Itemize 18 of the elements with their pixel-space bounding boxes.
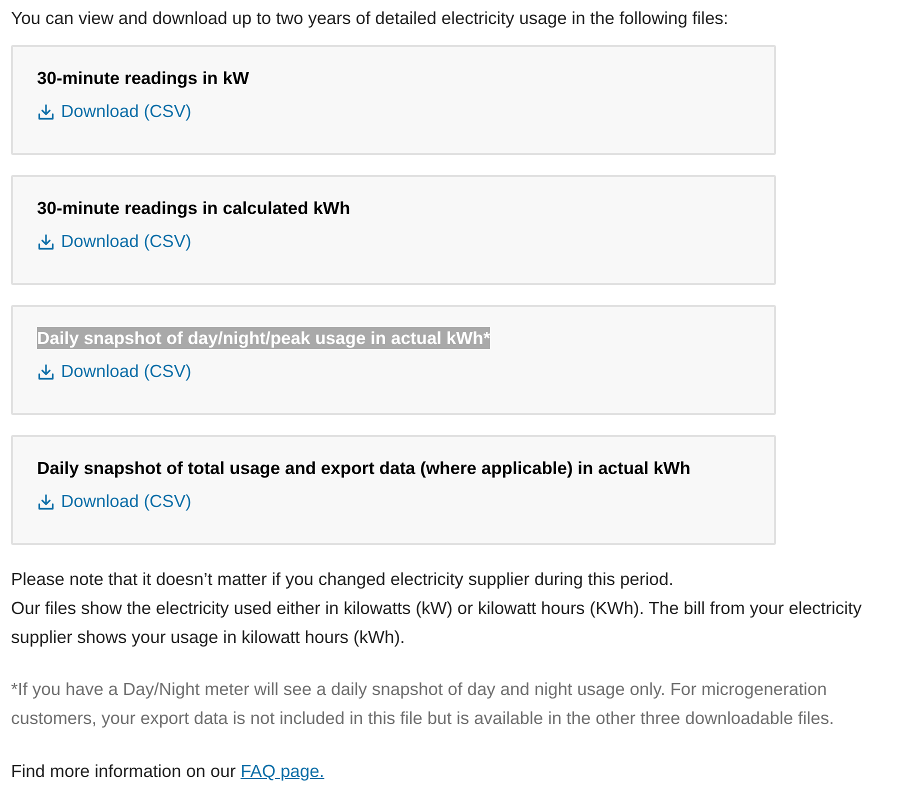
download-icon — [37, 492, 55, 510]
file-title: 30-minute readings in kW — [37, 67, 249, 89]
download-link[interactable]: Download (CSV) — [37, 487, 192, 516]
intro-text: You can view and download up to two years of detailed electricity usage in the following files: — [11, 7, 730, 30]
download-icon — [37, 102, 55, 120]
download-link[interactable]: Download (CSV) — [37, 357, 192, 386]
faq-link[interactable]: FAQ page. — [240, 761, 324, 781]
footnote-text: *If you have a Day/Night meter will see a daily snapshot of day and night usage only. For microgeneration customers, your export data is not included in this file but is available in the other three downloadable files. — [11, 678, 835, 730]
more-info-text: Find more information on our FAQ page. — [11, 760, 326, 783]
file-title: Daily snapshot of total usage and export data (where applicable) in actual kWh — [37, 457, 690, 479]
note-text: Our files show the electricity used either in kilowatts (kW) or kilowatt hours (KWh). The bill from your electricity supplier shows your usage in kilowatt hours (kWh). — [11, 597, 863, 649]
download-link[interactable]: Download (CSV) — [37, 97, 192, 126]
download-icon — [37, 362, 55, 380]
note-text: Please note that it doesn’t matter if you changed electricity supplier during this period. — [11, 568, 674, 591]
file-title: 30-minute readings in calculated kWh — [37, 197, 350, 219]
download-link[interactable]: Download (CSV) — [37, 227, 192, 256]
download-icon — [37, 232, 55, 250]
file-title: Daily snapshot of day/night/peak usage in actual kWh* — [37, 327, 490, 349]
